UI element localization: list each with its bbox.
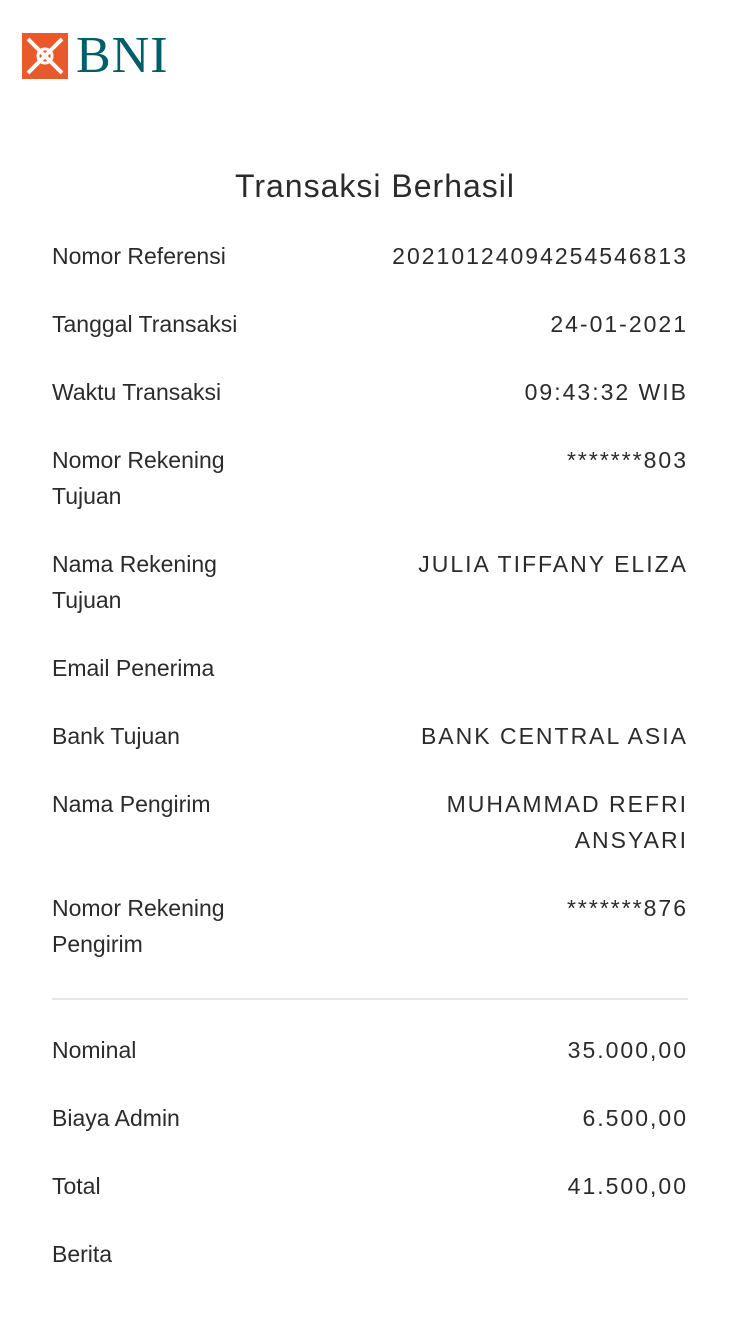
amount-row-message: Berita <box>52 1236 688 1272</box>
detail-label: Nomor Referensi <box>52 243 226 269</box>
detail-value: JULIA TIFFANY ELIZA <box>418 551 688 577</box>
detail-row-destination-account: Nomor Rekening Tujuan *******803 <box>52 442 688 514</box>
amount-label: Biaya Admin <box>52 1105 180 1131</box>
detail-label: Email Penerima <box>52 655 215 681</box>
bni-logo-text: BNI <box>76 27 169 84</box>
detail-value: *******803 <box>566 447 688 473</box>
detail-label: Nomor Rekening Tujuan <box>52 447 225 509</box>
amount-value: 6.500,00 <box>582 1105 688 1131</box>
detail-label: Nama Pengirim <box>52 791 211 817</box>
transaction-details: Nomor Referensi 20210124094254546813 Tan… <box>52 238 688 1272</box>
detail-row-recipient-email: Email Penerima <box>52 650 688 686</box>
detail-row-sender-account: Nomor Rekening Pengirim *******876 <box>52 890 688 962</box>
detail-row-destination-bank: Bank Tujuan BANK CENTRAL ASIA <box>52 718 688 754</box>
section-divider <box>52 998 688 1000</box>
detail-row-destination-account-name: Nama Rekening Tujuan JULIA TIFFANY ELIZA <box>52 546 688 618</box>
detail-value: 09:43:32 WIB <box>524 379 688 405</box>
detail-label: Nomor Rekening Pengirim <box>52 895 225 957</box>
detail-value: BANK CENTRAL ASIA <box>420 723 688 749</box>
detail-value: MUHAMMAD REFRI ANSYARI <box>446 791 688 853</box>
detail-row-sender-name: Nama Pengirim MUHAMMAD REFRI ANSYARI <box>52 786 688 858</box>
amount-value: 35.000,00 <box>567 1037 688 1063</box>
detail-row-reference-number: Nomor Referensi 20210124094254546813 <box>52 238 688 274</box>
detail-label: Bank Tujuan <box>52 723 180 749</box>
detail-row-transaction-date: Tanggal Transaksi 24-01-2021 <box>52 306 688 342</box>
page-title: Transaksi Berhasil <box>234 168 515 204</box>
detail-label: Waktu Transaksi <box>52 379 222 405</box>
amount-row-nominal: Nominal 35.000,00 <box>52 1032 688 1068</box>
amount-value: 41.500,00 <box>567 1173 688 1199</box>
amount-label: Total <box>52 1173 101 1199</box>
detail-value: 24-01-2021 <box>550 311 688 337</box>
detail-label: Tanggal Transaksi <box>52 311 238 337</box>
bni-logo: BNI <box>22 27 169 84</box>
detail-value: 20210124094254546813 <box>392 243 688 269</box>
detail-label: Nama Rekening Tujuan <box>52 551 217 613</box>
amount-row-total: Total 41.500,00 <box>52 1168 688 1204</box>
bni-logo-icon <box>22 33 68 79</box>
detail-row-transaction-time: Waktu Transaksi 09:43:32 WIB <box>52 374 688 410</box>
amount-row-admin-fee: Biaya Admin 6.500,00 <box>52 1100 688 1136</box>
amount-label: Berita <box>52 1241 113 1267</box>
detail-value: *******876 <box>566 895 688 921</box>
amount-label: Nominal <box>52 1037 137 1063</box>
